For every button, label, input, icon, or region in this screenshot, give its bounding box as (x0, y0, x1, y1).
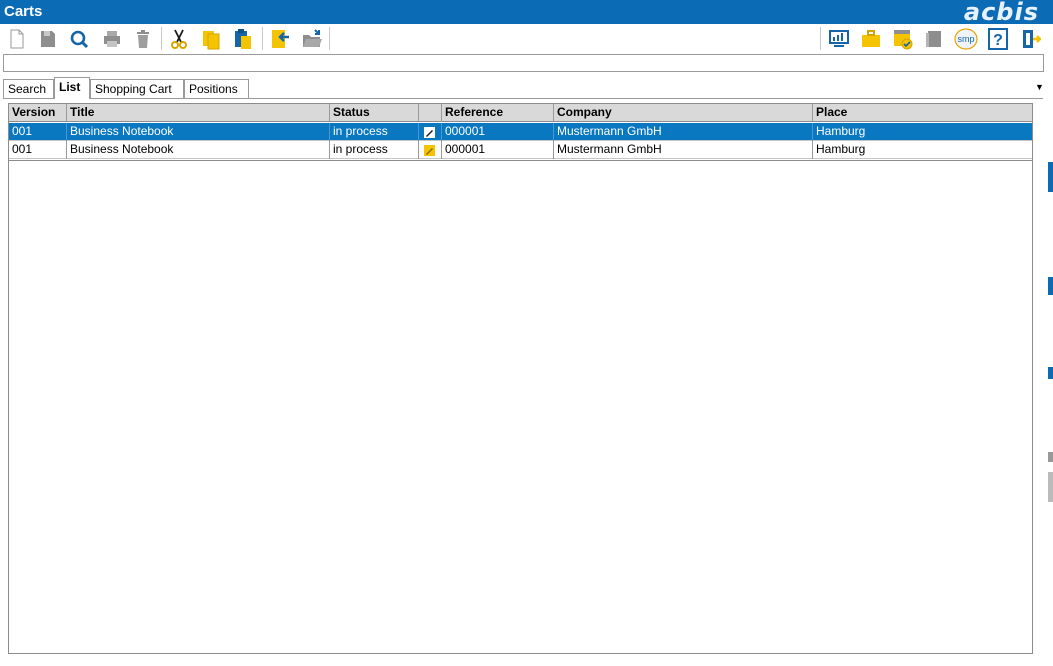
cell-version: 001 (9, 141, 67, 159)
copy-icon[interactable] (199, 27, 223, 51)
print-icon[interactable] (100, 27, 124, 51)
side-panel-edge (1046, 72, 1053, 666)
tab-positions[interactable]: Positions (184, 79, 249, 99)
new-document-icon[interactable] (5, 27, 29, 51)
cell-status: in process (330, 123, 419, 141)
cell-company: Mustermann GmbH (554, 123, 813, 141)
toolbar-separator (161, 27, 162, 50)
grid-header: Version Title Status Reference Company P… (9, 104, 1032, 122)
column-header-title[interactable]: Title (67, 104, 330, 122)
column-header-status-icon[interactable] (419, 104, 442, 122)
edit-status-icon (424, 144, 435, 156)
briefcase-icon[interactable] (859, 27, 883, 51)
save-icon[interactable] (36, 27, 60, 51)
approve-card-icon[interactable] (891, 27, 915, 51)
cell-title: Business Notebook (67, 123, 330, 141)
tab-search[interactable]: Search (3, 79, 54, 99)
monitor-chart-icon[interactable] (827, 27, 851, 51)
window-title: Carts (4, 3, 43, 20)
cell-title: Business Notebook (67, 141, 330, 159)
toolbar-separator (329, 27, 330, 50)
chevron-down-icon[interactable]: ▼ (1035, 82, 1044, 92)
cell-place: Hamburg (816, 124, 866, 138)
exit-icon[interactable] (1018, 27, 1042, 51)
cell-status-icon (419, 123, 442, 141)
tab-underline (3, 98, 1043, 99)
delete-icon[interactable] (131, 27, 155, 51)
cell-status-icon (419, 141, 442, 159)
column-header-status[interactable]: Status (330, 104, 419, 122)
cell-reference: 000001 (442, 141, 554, 159)
carts-grid: Version Title Status Reference Company P… (8, 103, 1033, 654)
command-input[interactable] (3, 54, 1044, 72)
cell-version: 001 (9, 123, 67, 141)
cell-reference: 000001 (442, 123, 554, 141)
edit-status-icon (424, 126, 435, 138)
title-bar: Carts acbis (0, 0, 1053, 24)
book-icon[interactable] (922, 27, 946, 51)
tab-shopping-cart[interactable]: Shopping Cart (90, 79, 184, 99)
column-header-reference[interactable]: Reference (442, 104, 554, 122)
open-folder-icon[interactable] (300, 27, 324, 51)
tab-list[interactable]: List (54, 77, 90, 99)
toolbar-separator (262, 27, 263, 50)
cut-icon[interactable] (167, 27, 191, 51)
import-icon[interactable] (268, 27, 292, 51)
column-header-version[interactable]: Version (9, 104, 67, 122)
help-icon[interactable]: ? (986, 27, 1010, 51)
svg-text:smp: smp (957, 34, 974, 44)
table-row[interactable]: 001 Business Notebook in process 000001 … (9, 123, 1032, 141)
grid-rows-end (9, 160, 1032, 161)
paste-icon[interactable] (231, 27, 255, 51)
cell-status: in process (330, 141, 419, 159)
toolbar-separator (820, 27, 821, 50)
brand-logo: acbis (963, 0, 1039, 26)
cell-company: Mustermann GmbH (554, 141, 813, 159)
toolbar: smp ? (0, 24, 1048, 53)
table-row[interactable]: 001 Business Notebook in process 000001 … (9, 141, 1032, 159)
svg-text:?: ? (993, 32, 1003, 49)
smp-icon[interactable]: smp (954, 27, 978, 51)
cell-place: Hamburg (816, 142, 866, 156)
column-header-place[interactable]: Place (813, 104, 1032, 122)
search-icon[interactable] (67, 27, 91, 51)
column-header-company[interactable]: Company (554, 104, 813, 122)
